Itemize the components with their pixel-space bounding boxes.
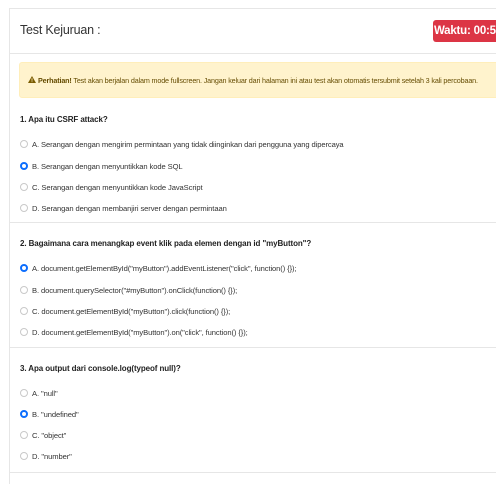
option-label: A. document.getElementById("myButton").a… [32, 263, 297, 273]
option-label: D. Serangan dengan membanjiri server den… [32, 203, 227, 213]
question-1-option-c[interactable]: C. Serangan dengan menyuntikkan kode Jav… [20, 181, 203, 193]
option-label: C. document.getElementById("myButton").c… [32, 306, 231, 316]
card-header: Test Kejuruan : Waktu: 00:59 [10, 9, 496, 53]
option-label: D. document.getElementById("myButton").o… [32, 327, 248, 337]
timer-badge: Waktu: 00:59 [433, 20, 496, 42]
radio-button[interactable] [20, 389, 28, 397]
question-1-option-b[interactable]: B. Serangan dengan menyuntikkan kode SQL [20, 160, 183, 172]
option-label: C. "object" [32, 430, 67, 440]
option-label: A. Serangan dengan mengirim permintaan y… [32, 139, 344, 149]
option-label: B. Serangan dengan menyuntikkan kode SQL [32, 161, 183, 171]
question-3-option-b[interactable]: B. "undefined" [20, 408, 79, 420]
option-label: A. "null" [32, 388, 58, 398]
radio-button[interactable] [20, 183, 28, 191]
radio-button[interactable] [20, 452, 28, 460]
radio-button-checked[interactable] [20, 410, 28, 418]
question-divider [10, 472, 496, 473]
option-label: C. Serangan dengan menyuntikkan kode Jav… [32, 182, 203, 192]
question-3-option-d[interactable]: D. "number" [20, 450, 72, 462]
page-title: Test Kejuruan : [20, 23, 101, 37]
radio-button[interactable] [20, 286, 28, 294]
header-divider [10, 53, 496, 54]
fullscreen-warning-alert: Perhatian! Test akan berjalan dalam mode… [19, 62, 496, 98]
question-1-option-a[interactable]: A. Serangan dengan mengirim permintaan y… [20, 138, 344, 150]
question-2-option-b[interactable]: B. document.querySelector("#myButton").o… [20, 284, 237, 296]
option-label: B. "undefined" [32, 409, 79, 419]
radio-button[interactable] [20, 431, 28, 439]
question-divider [10, 222, 496, 223]
warning-icon [28, 63, 36, 97]
alert-text: Test akan berjalan dalam mode fullscreen… [71, 76, 478, 85]
question-divider [10, 347, 496, 348]
question-2-title: 2. Bagaimana cara menangkap event klik p… [20, 239, 312, 248]
radio-button[interactable] [20, 204, 28, 212]
radio-button[interactable] [20, 307, 28, 315]
option-label: B. document.querySelector("#myButton").o… [32, 285, 238, 295]
radio-button-checked[interactable] [20, 162, 28, 170]
question-3-option-c[interactable]: C. "object" [20, 429, 66, 441]
option-label: D. "number" [32, 451, 72, 461]
radio-button-checked[interactable] [20, 264, 28, 272]
question-1-title: 1. Apa itu CSRF attack? [20, 115, 108, 124]
alert-strong: Perhatian! [38, 76, 72, 85]
question-2-option-a[interactable]: A. document.getElementById("myButton").a… [20, 262, 297, 274]
question-2-option-c[interactable]: C. document.getElementById("myButton").c… [20, 305, 230, 317]
test-card: Test Kejuruan : Waktu: 00:59 Perhatian! … [9, 8, 496, 484]
radio-button[interactable] [20, 140, 28, 148]
question-3-title: 3. Apa output dari console.log(typeof nu… [20, 364, 181, 373]
question-1-option-d[interactable]: D. Serangan dengan membanjiri server den… [20, 202, 227, 214]
question-3-option-a[interactable]: A. "null" [20, 387, 58, 399]
radio-button[interactable] [20, 328, 28, 336]
question-2-option-d[interactable]: D. document.getElementById("myButton").o… [20, 326, 248, 338]
